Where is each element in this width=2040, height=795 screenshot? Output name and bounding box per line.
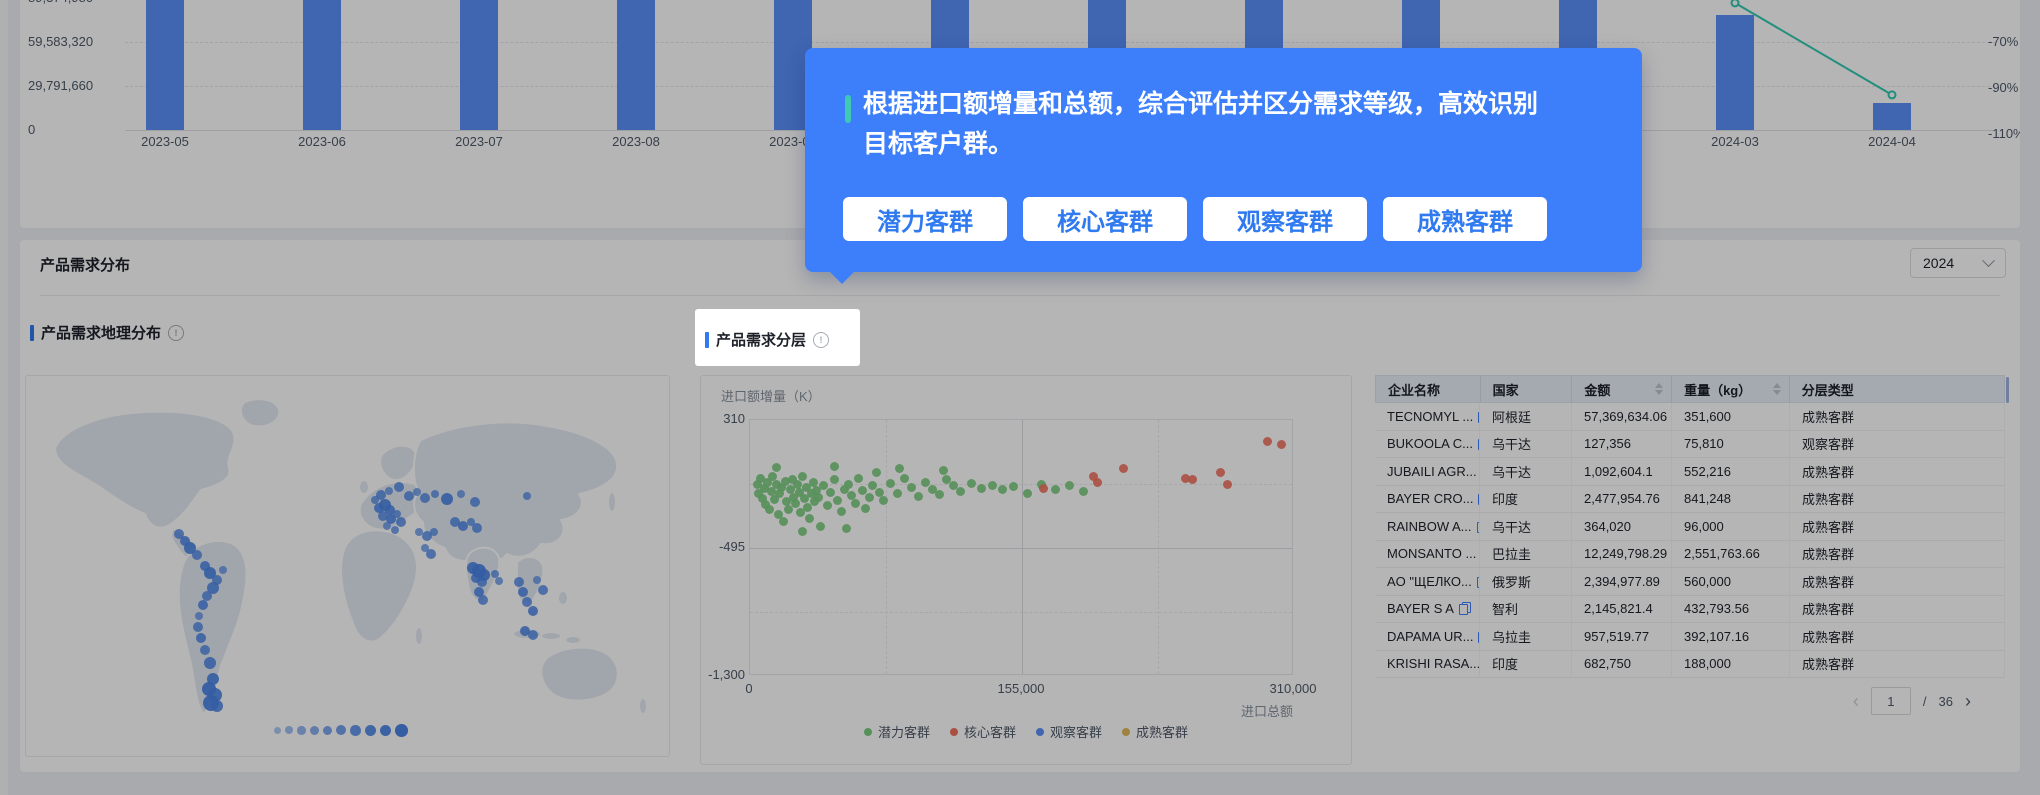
tier-panel-title: 产品需求分层 !	[705, 329, 830, 350]
tooltip-buttons: 潜力客群 核心客群 观察客群 成熟客群	[843, 197, 1547, 241]
tier-panel-title-label: 产品需求分层	[716, 332, 807, 349]
tour-tooltip: 根据进口额增量和总额，综合评估并区分需求等级，高效识别 目标客户群。 潜力客群核…	[805, 48, 1642, 284]
info-icon[interactable]: !	[813, 331, 830, 348]
tour-tag-button[interactable]: 成熟客群	[1383, 197, 1547, 241]
tooltip-text: 根据进口额增量和总额，综合评估并区分需求等级，高效识别 目标客户群。	[863, 90, 1539, 158]
tooltip-arrow	[829, 271, 855, 284]
tour-spotlight-box: 产品需求分层 !	[695, 309, 860, 366]
dashboard-page: 89,374,98059,583,32029,791,6600 -50%-70%…	[0, 0, 2040, 795]
tour-tag-button[interactable]: 观察客群	[1203, 197, 1367, 241]
tooltip-accent-bar	[845, 95, 851, 123]
tour-tag-button[interactable]: 核心客群	[1023, 197, 1187, 241]
title-accent-bar	[705, 331, 709, 348]
tour-tag-button[interactable]: 潜力客群	[843, 197, 1007, 241]
